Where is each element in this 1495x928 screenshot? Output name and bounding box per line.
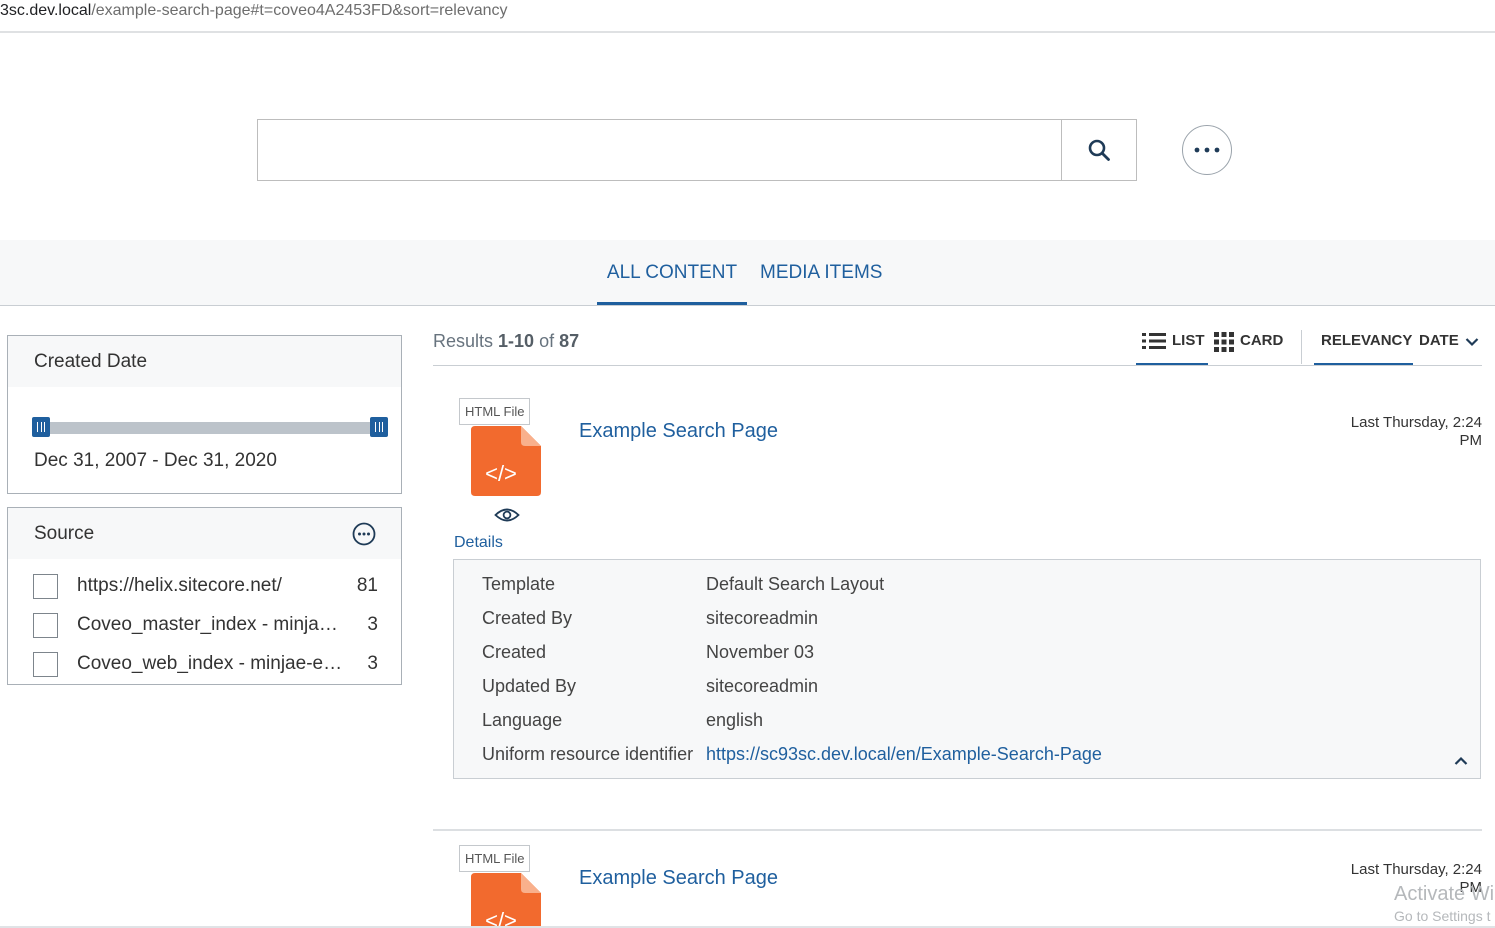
list-layout-button[interactable]: LIST — [1136, 332, 1208, 366]
source-facet: Source https://helix.sitecore.net/ 81 Co… — [7, 507, 402, 685]
date-range-slider[interactable] — [32, 417, 388, 437]
source-label: Coveo_web_index - minjae-exa... — [77, 653, 347, 674]
list-label: LIST — [1172, 332, 1205, 349]
sort-date-label: DATE — [1419, 332, 1459, 349]
date-range-label: Dec 31, 2007 - Dec 31, 2020 — [34, 450, 277, 471]
summary-prefix: Results — [433, 331, 499, 351]
facet-settings-icon[interactable] — [352, 522, 376, 546]
search-box[interactable] — [257, 119, 1062, 181]
address-url[interactable]: 3sc.dev.local/example-search-page#t=cove… — [0, 2, 508, 20]
search-icon — [1088, 139, 1110, 161]
summary-first: 1 — [498, 331, 509, 351]
chevron-down-icon — [1465, 338, 1479, 347]
file-type-badge: HTML File — [459, 398, 531, 425]
toolbar-divider — [1301, 330, 1302, 364]
source-checkbox[interactable] — [33, 612, 58, 638]
tabs-bar: ALL CONTENT MEDIA ITEMS — [0, 240, 1495, 306]
field-value: sitecoreadmin — [706, 676, 819, 696]
slider-handle-end[interactable] — [370, 417, 388, 437]
grip-icon — [375, 422, 383, 432]
field-value: Default Search Layout — [706, 574, 885, 594]
source-facet-item[interactable]: Coveo_web_index - minjae-exa... 3 — [33, 651, 378, 677]
result-title-link[interactable]: Example Search Page — [579, 867, 778, 890]
url-path: /example-search-page#t=coveo4A2453FD&sor… — [91, 2, 508, 19]
sort-date-button[interactable]: DATE — [1419, 332, 1479, 366]
field-label: Created — [482, 642, 547, 662]
uri-link[interactable]: https://sc93sc.dev.local/en/Example-Sear… — [706, 744, 1102, 765]
search-input[interactable] — [258, 120, 1061, 180]
created-date-facet: Created Date Dec 31, 2007 - Dec 31, 2020 — [7, 335, 402, 494]
results-toolbar-line — [433, 365, 1482, 366]
sort-relevancy-label: RELEVANCY — [1321, 332, 1413, 349]
activation-watermark: Activate Wi Go to Settings t — [1394, 883, 1494, 924]
card-layout-button[interactable]: CARD — [1214, 332, 1283, 366]
source-count: 81 — [356, 575, 378, 596]
facet-title: Source — [8, 508, 401, 559]
field-value: November 03 — [706, 642, 815, 662]
file-icon-glyph: </> — [485, 908, 517, 928]
sort-relevancy-button[interactable]: RELEVANCY — [1314, 332, 1413, 366]
browser-address-bar[interactable]: 3sc.dev.local/example-search-page#t=cove… — [0, 0, 1495, 33]
url-host: 3sc.dev.local — [0, 2, 92, 19]
source-facet-item[interactable]: Coveo_master_index - minjae-e... 3 — [33, 612, 378, 638]
source-label: https://helix.sitecore.net/ — [77, 575, 282, 596]
slider-handle-start[interactable] — [32, 417, 50, 437]
result-separator — [433, 829, 1482, 831]
html-file-icon: </> — [471, 873, 541, 928]
result-date: Last Thursday, 2:24 PM — [1322, 414, 1482, 450]
file-type-badge: HTML File — [459, 845, 531, 872]
html-file-icon: </> — [471, 426, 541, 496]
source-facet-item[interactable]: https://helix.sitecore.net/ 81 — [33, 573, 378, 599]
search-button[interactable] — [1061, 119, 1137, 181]
results-summary: Results 1-10 of 87 — [433, 331, 579, 352]
more-dots-icon — [1194, 147, 1220, 153]
tab-all-content[interactable]: ALL CONTENT — [597, 240, 747, 305]
result-title-link[interactable]: Example Search Page — [579, 420, 778, 443]
summary-last: 10 — [514, 331, 535, 351]
result-date-line1: Last Thursday, 2:24 — [1350, 861, 1482, 878]
summary-total: 87 — [559, 331, 580, 351]
watermark-line2: Go to Settings t — [1394, 908, 1491, 924]
source-checkbox[interactable] — [33, 651, 58, 677]
field-value: sitecoreadmin — [706, 608, 819, 628]
source-checkbox[interactable] — [33, 573, 58, 599]
tab-media-items[interactable]: MEDIA ITEMS — [760, 240, 882, 305]
grip-icon — [37, 422, 45, 432]
card-grid-icon — [1214, 332, 1234, 352]
result-item: HTML File </> Example Search Page Last T… — [433, 845, 1482, 928]
field-label: Updated By — [482, 676, 577, 696]
facet-title: Created Date — [8, 336, 401, 387]
field-label: Uniform resource identifier — [482, 744, 694, 764]
result-item: HTML File </> Example Search Page Last T… — [433, 398, 1482, 558]
facet-title-text: Source — [34, 522, 95, 544]
watermark-line1: Activate Wi — [1394, 883, 1495, 905]
result-date-line1: Last Thursday, 2:24 — [1350, 414, 1482, 431]
field-label: Template — [482, 574, 556, 594]
field-label: Language — [482, 710, 563, 730]
result-details-panel: Template Default Search Layout Created B… — [453, 559, 1481, 779]
card-label: CARD — [1240, 332, 1284, 349]
summary-of: of — [534, 331, 560, 351]
field-value: english — [706, 710, 764, 730]
source-count: 3 — [367, 653, 378, 674]
source-label: Coveo_master_index - minjae-e... — [77, 614, 347, 635]
file-icon-glyph: </> — [485, 461, 517, 486]
source-count: 3 — [367, 614, 378, 635]
details-toggle[interactable]: Details — [454, 534, 503, 552]
field-label: Created By — [482, 608, 573, 628]
more-options-button[interactable] — [1182, 125, 1232, 175]
chevron-up-icon[interactable] — [1454, 756, 1468, 766]
eye-icon[interactable] — [494, 506, 520, 524]
result-date-line2: PM — [1459, 432, 1483, 449]
list-icon — [1142, 333, 1166, 349]
